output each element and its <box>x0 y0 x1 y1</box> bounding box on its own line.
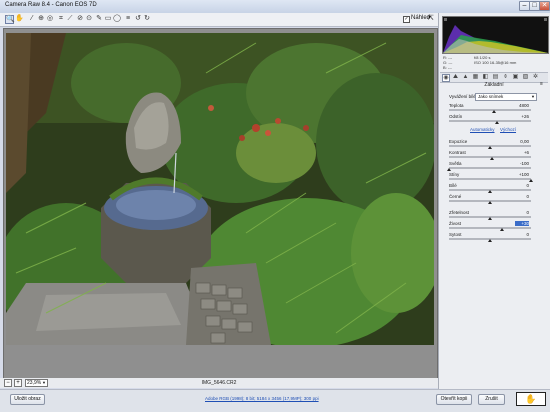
slider-label-stiny: Stíny <box>449 172 460 177</box>
window-title: Camera Raw 8.4 - Canon EOS 7D <box>5 2 97 8</box>
slider-thumb-zretelnost[interactable] <box>488 217 492 220</box>
section-menu-icon[interactable]: ≡ <box>540 81 543 87</box>
tone-curve-tab-icon[interactable]: ⛰ <box>452 74 459 81</box>
default-link[interactable]: Výchozí <box>500 127 516 132</box>
slider-label-sytost: Sytost <box>449 232 462 237</box>
slider-value-odstin[interactable]: +26 <box>515 114 529 119</box>
slider-track-teplota[interactable] <box>449 109 531 111</box>
slider-thumb-svetla[interactable] <box>447 168 451 171</box>
graduated-filter-icon[interactable]: ▭ <box>104 15 112 23</box>
slider-thumb-sytost[interactable] <box>488 239 492 242</box>
slider-thumb-expozice[interactable] <box>488 146 492 149</box>
slider-thumb-bile[interactable] <box>488 190 492 193</box>
slider-label-zretelnost: Zřetelnost <box>449 210 470 215</box>
slider-thumb-zivost[interactable] <box>500 228 505 231</box>
color-sampler-icon[interactable]: ⊕ <box>37 15 45 23</box>
slider-thumb-stiny[interactable] <box>529 179 533 182</box>
zoom-icon[interactable]: 🔍 <box>5 15 15 24</box>
image-filename: IMG_5646.CR2 <box>201 380 237 386</box>
slider-label-teplota: Teplota <box>449 103 464 108</box>
slider-value-svetla[interactable]: -100 <box>515 161 529 166</box>
slider-value-expozice[interactable]: 0,00 <box>515 139 529 144</box>
readout-b: B: --- <box>443 65 452 70</box>
straighten-icon[interactable]: ⟋ <box>66 15 74 23</box>
rotate-right-icon[interactable]: ↻ <box>143 15 151 23</box>
slider-value-bile[interactable]: 0 <box>515 183 529 188</box>
slider-value-kontrast[interactable]: +6 <box>515 150 529 155</box>
photo-preview[interactable] <box>6 33 434 345</box>
cancel-button[interactable]: Zrušit <box>478 394 505 405</box>
slider-label-odstin: Odstín <box>449 114 463 119</box>
white-balance-label: Vyvážení bílé: <box>449 94 478 99</box>
detail-tab-icon[interactable]: ▲ <box>462 74 469 81</box>
effects-tab-icon[interactable]: ⌽ <box>502 74 509 81</box>
close-button[interactable]: ✕ <box>539 1 550 11</box>
slider-thumb-kontrast[interactable] <box>490 157 495 160</box>
presets-tab-icon[interactable]: ▨ <box>522 74 529 81</box>
slider-label-kontrast: Kontrast <box>449 150 466 155</box>
slider-label-zivost: Živost <box>449 221 462 226</box>
spot-removal-icon[interactable]: ⊘ <box>76 15 84 23</box>
targeted-adjustment-icon[interactable]: ◎ <box>46 15 54 23</box>
hsl-tab-icon[interactable]: ▦ <box>472 74 479 81</box>
status-bar: − + 23,9% ▼ IMG_5646.CR2 <box>0 378 438 388</box>
camera-calibration-tab-icon[interactable]: ▣ <box>512 74 519 81</box>
lens-corrections-tab-icon[interactable]: ▤ <box>492 74 499 81</box>
radial-filter-icon[interactable]: ◯ <box>113 15 121 23</box>
slider-track-odstin[interactable] <box>449 120 531 122</box>
exif-line-2: ISO 100 16-35@16 mm <box>474 60 517 65</box>
fullscreen-icon[interactable]: ⇱ <box>428 15 434 23</box>
slider-label-expozice: Expozice <box>449 139 468 144</box>
slider-track-zivost[interactable] <box>449 227 531 229</box>
preferences-icon[interactable]: ≡ <box>124 15 132 23</box>
split-toning-tab-icon[interactable]: ◧ <box>482 74 489 81</box>
slider-label-bile: Bílé <box>449 183 457 188</box>
slider-value-sytost[interactable]: 0 <box>515 232 529 237</box>
auto-link[interactable]: Automaticky <box>470 127 495 132</box>
slider-track-stiny[interactable] <box>449 178 531 180</box>
open-copy-button[interactable]: Otevřít kopii <box>436 394 472 405</box>
slider-thumb-teplota[interactable] <box>492 110 497 113</box>
slider-value-zivost[interactable]: +30 <box>515 221 529 226</box>
red-eye-icon[interactable]: ⊙ <box>85 15 93 23</box>
slider-label-svetla: Světla <box>449 161 462 166</box>
preview-checkbox[interactable]: ✓ <box>403 16 410 23</box>
basic-tab-icon[interactable]: ◉ <box>442 74 450 82</box>
histogram <box>442 16 549 54</box>
save-image-button[interactable]: Uložit obraz <box>10 394 45 405</box>
adjustment-brush-icon[interactable]: ✎ <box>95 15 103 23</box>
crop-icon[interactable]: ⌗ <box>57 15 65 23</box>
slider-value-zretelnost[interactable]: 0 <box>515 210 529 215</box>
slider-value-cerne[interactable]: 0 <box>515 194 529 199</box>
slider-thumb-odstin[interactable] <box>494 121 499 124</box>
exif-info: f/8 1/20 s ISO 100 16-35@16 mm <box>474 55 516 65</box>
white-balance-value: Jako snímek <box>478 94 504 99</box>
rotate-left-icon[interactable]: ↺ <box>134 15 142 23</box>
section-title: Základní <box>484 82 504 88</box>
slider-value-stiny[interactable]: +100 <box>515 172 529 177</box>
slider-label-cerne: Černé <box>449 194 462 199</box>
workflow-options-link[interactable]: Adobe RGB (1998); 8 bit; 5184 x 3456 (17… <box>205 396 319 401</box>
snapshots-tab-icon[interactable]: ✲ <box>532 74 539 81</box>
slider-track-svetla[interactable] <box>449 167 531 169</box>
hand-icon[interactable]: ✋ <box>15 15 24 23</box>
white-balance-select[interactable]: Jako snímek ▼ <box>475 93 537 101</box>
slider-thumb-cerne[interactable] <box>488 201 492 204</box>
hand-icon[interactable]: ✋ <box>516 392 546 406</box>
white-balance-icon[interactable]: ⁄ <box>28 15 36 23</box>
slider-value-teplota[interactable]: 4800 <box>515 103 529 108</box>
title-bar: Camera Raw 8.4 - Canon EOS 7D – □ ✕ <box>0 0 550 14</box>
rgb-readouts: R: --- G: --- B: --- <box>443 55 452 70</box>
